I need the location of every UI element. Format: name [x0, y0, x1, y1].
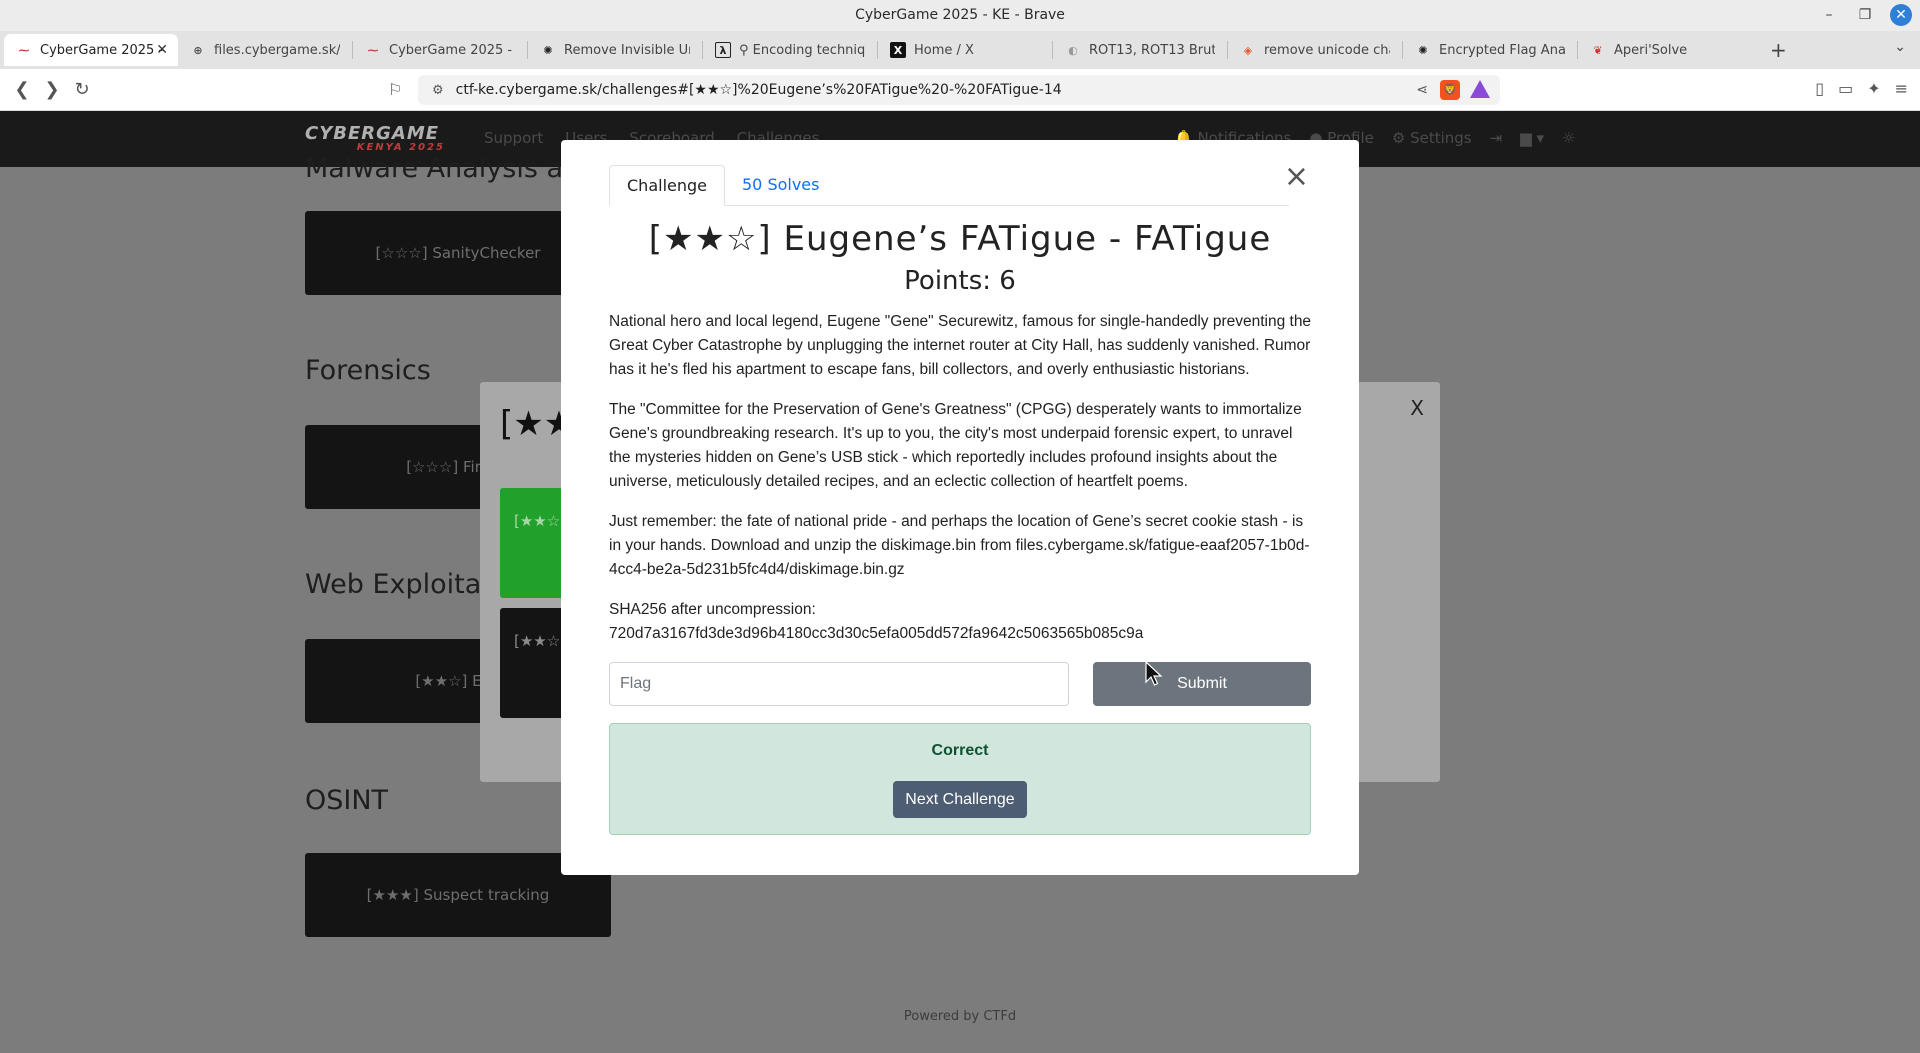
- bookmark-icon[interactable]: ⚐: [388, 80, 402, 99]
- next-challenge-button[interactable]: Next Challenge: [893, 781, 1027, 818]
- sha-label: SHA256 after uncompression:: [609, 601, 816, 618]
- minimize-icon[interactable]: –: [1818, 4, 1840, 26]
- footer-powered-by[interactable]: Powered by CTFd: [0, 1009, 1920, 1024]
- tab-label: Home / X: [914, 42, 974, 58]
- tab-rot13[interactable]: ◐ ROT13, ROT13 Brute F: [1053, 34, 1227, 66]
- description-paragraph: The "Committee for the Preservation of G…: [609, 401, 1302, 490]
- search-icon: ⚲: [739, 42, 753, 58]
- flag-input[interactable]: [609, 662, 1069, 706]
- brave-search-icon: ◈: [1243, 43, 1253, 57]
- tab-encoding[interactable]: λ ⚲ Encoding technique: [703, 34, 877, 66]
- share-icon[interactable]: ⋖: [1416, 82, 1428, 98]
- tab-label: CyberGame 2025 -: [40, 42, 164, 58]
- address-toolbar: ❮ ❯ ↻ ⚐ ⚙ ctf-ke.cybergame.sk/challenges…: [0, 69, 1920, 111]
- tab-encrypted-flag[interactable]: ✺ Encrypted Flag Analys: [1403, 34, 1577, 66]
- close-window-icon[interactable]: ✕: [1890, 4, 1912, 26]
- tab-label: ⚲ Encoding technique: [739, 43, 865, 58]
- section-forensics-heading: Forensics: [305, 355, 431, 386]
- url-bar[interactable]: ⚙ ctf-ke.cybergame.sk/challenges#[★★☆]%2…: [418, 75, 1500, 105]
- tab-label: ROT13, ROT13 Brute F: [1089, 42, 1215, 58]
- language-icon[interactable]: ▆ ▾: [1520, 129, 1544, 147]
- logo-top: CYBERGAME: [305, 123, 440, 144]
- sidebar-icon[interactable]: ▯: [1815, 79, 1824, 98]
- brave-shields-icon[interactable]: 🦁: [1440, 80, 1460, 100]
- wallet-icon[interactable]: ▭: [1838, 79, 1853, 98]
- tab-remove-unicode[interactable]: ◈ remove unicode chara: [1228, 34, 1402, 66]
- section-osint-heading: OSINT: [305, 785, 389, 816]
- section-malware-heading: Malware Analysis and: [305, 153, 598, 184]
- cybergame-logo[interactable]: CYBERGAME KENYA 2025: [305, 125, 459, 153]
- modal-close-button[interactable]: ×: [1284, 162, 1309, 192]
- modal-tabs: Challenge 50 Solves: [609, 165, 1289, 206]
- tab-x[interactable]: X Home / X: [878, 34, 1052, 66]
- nav-settings-label: Settings: [1410, 129, 1472, 147]
- window-titlebar: CyberGame 2025 - KE - Brave – ❐ ✕: [0, 0, 1920, 31]
- leo-ai-icon[interactable]: ✦: [1867, 79, 1880, 98]
- result-status: Correct: [931, 742, 989, 759]
- background-modal-close[interactable]: X: [1410, 396, 1424, 420]
- tab-label: CyberGame 2025 - KE: [389, 42, 515, 58]
- tab-files[interactable]: ⊕ files.cybergame.sk/fir: [178, 34, 352, 66]
- challenge-modal: Challenge 50 Solves × [★★☆] Eugene’s FAT…: [561, 140, 1359, 875]
- theme-toggle-icon[interactable]: ☼: [1562, 129, 1575, 147]
- challenge-description: National hero and local legend, Eugene "…: [609, 310, 1314, 646]
- tab-label: remove unicode chara: [1264, 42, 1390, 58]
- result-alert: Correct Next Challenge: [609, 723, 1311, 835]
- dcode-icon: ◐: [1068, 43, 1078, 57]
- brave-rewards-icon[interactable]: [1470, 80, 1490, 98]
- toolbar-right: ▯ ▭ ✦ ≡: [1815, 79, 1908, 98]
- gear-icon: ⚙: [1391, 129, 1411, 147]
- tab-label: Remove Invisible Unic: [564, 42, 690, 58]
- tab-label-text: Encoding technique: [752, 42, 865, 58]
- globe-icon: ⊕: [193, 43, 203, 57]
- tab-aperisolve[interactable]: ❦ Aperi'Solve: [1578, 34, 1738, 66]
- challenge-points: Points: 6: [904, 266, 1016, 296]
- cybergame-favicon-icon: ⁓: [367, 43, 379, 57]
- tab-label: Aperi'Solve: [1614, 42, 1688, 58]
- site-settings-icon[interactable]: ⚙: [432, 83, 444, 98]
- logo-bottom: KENYA 2025: [356, 142, 445, 153]
- tab-remove-invisible[interactable]: ✺ Remove Invisible Unic: [528, 34, 702, 66]
- chatgpt-icon: ✺: [543, 43, 553, 57]
- submit-button[interactable]: Submit: [1093, 662, 1311, 706]
- window-title: CyberGame 2025 - KE - Brave: [855, 7, 1065, 23]
- reload-icon[interactable]: ↻: [70, 79, 94, 100]
- aperisolve-icon: ❦: [1593, 43, 1603, 57]
- cybergame-favicon-icon: ⁓: [18, 43, 30, 57]
- x-icon: X: [890, 42, 906, 58]
- tab-label: files.cybergame.sk/fir: [214, 42, 340, 58]
- tab-cybergame-active[interactable]: ⁓ CyberGame 2025 - ✕: [4, 34, 178, 66]
- description-paragraph: Just remember: the fate of national prid…: [609, 513, 1310, 578]
- chevron-down-icon[interactable]: ⌄: [1894, 39, 1906, 55]
- tab-challenge[interactable]: Challenge: [609, 165, 725, 206]
- maximize-icon[interactable]: ❐: [1854, 4, 1876, 26]
- tab-solves[interactable]: 50 Solves: [725, 165, 836, 206]
- url-text: ctf-ke.cybergame.sk/challenges#[★★☆]%20E…: [455, 82, 1062, 98]
- menu-icon[interactable]: ≡: [1895, 79, 1908, 98]
- close-tab-icon[interactable]: ✕: [156, 42, 168, 58]
- tab-strip: ⁓ CyberGame 2025 - ✕ ⊕ files.cybergame.s…: [0, 31, 1920, 69]
- lambda-icon: λ: [715, 42, 731, 58]
- description-paragraph: National hero and local legend, Eugene "…: [609, 313, 1312, 378]
- nav-settings[interactable]: ⚙ Settings: [1392, 129, 1472, 147]
- cursor-arrow-icon: [1145, 660, 1163, 686]
- sha-value: 720d7a3167fd3de3d96b4180cc3d30c5efa005dd…: [609, 625, 1144, 642]
- window-controls: – ❐ ✕: [1818, 4, 1912, 26]
- challenge-title: [★★☆] Eugene’s FATigue - FATigue: [648, 219, 1272, 259]
- chatgpt-icon: ✺: [1418, 43, 1428, 57]
- tab-label: Encrypted Flag Analys: [1439, 42, 1565, 58]
- nav-support[interactable]: Support: [484, 129, 543, 147]
- logout-icon[interactable]: ⇥: [1490, 129, 1503, 147]
- tab-cybergame-ke[interactable]: ⁓ CyberGame 2025 - KE: [353, 34, 527, 66]
- new-tab-button[interactable]: +: [1754, 38, 1803, 62]
- back-icon[interactable]: ❮: [10, 79, 34, 100]
- section-web-heading: Web Exploitat: [305, 569, 492, 600]
- forward-icon[interactable]: ❯: [40, 79, 64, 100]
